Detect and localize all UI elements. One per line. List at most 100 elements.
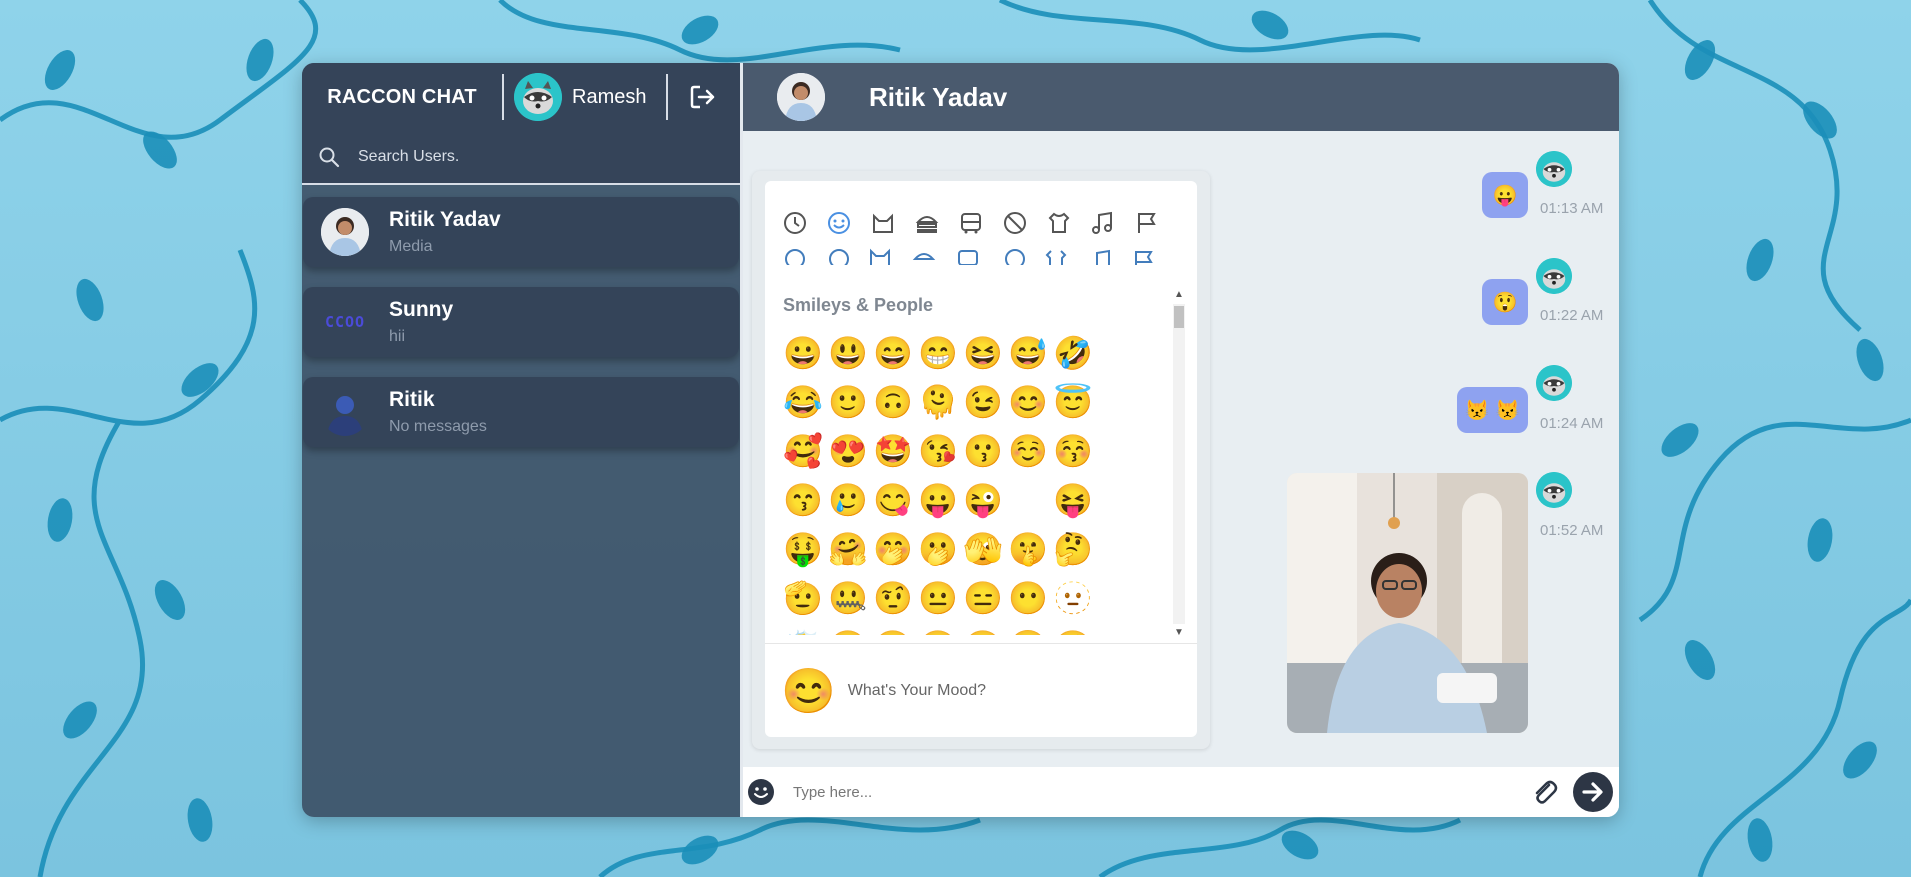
emoji-option[interactable]: 😒 [871, 625, 915, 635]
emoji-option[interactable]: 😗 [961, 429, 1005, 473]
emoji-option[interactable]: 😝 [1051, 478, 1095, 522]
scroll-up-arrow-icon[interactable]: ▲ [1174, 290, 1184, 300]
scroll-down-arrow-icon[interactable]: ▼ [1174, 628, 1184, 638]
emoji-option[interactable]: 🤥 [1051, 625, 1095, 635]
emoji-option[interactable]: 😏 [826, 625, 870, 635]
emoji-option[interactable]: 😘 [916, 429, 960, 473]
last-message: No messages [389, 418, 487, 435]
emoji-option[interactable] [1006, 478, 1050, 522]
logout-icon [690, 85, 715, 109]
emoji-option[interactable]: 🤫 [1006, 527, 1050, 571]
emoji-option[interactable]: 🤩 [871, 429, 915, 473]
send-button[interactable] [1573, 772, 1613, 812]
user-name: Sunny [389, 298, 454, 321]
emoji-option[interactable]: 🤗 [826, 527, 870, 571]
emoji-option[interactable]: 🫡 [781, 576, 825, 620]
emoji-option[interactable]: 😙 [781, 478, 825, 522]
food-icon[interactable] [911, 207, 943, 239]
emoji-option[interactable]: 🙄 [916, 625, 960, 635]
recent-icon[interactable] [779, 207, 811, 239]
emoji-option[interactable]: 😂 [781, 380, 825, 424]
logout-button[interactable] [668, 82, 738, 112]
emoji-option[interactable]: 🫠 [916, 380, 960, 424]
sidebar: RACCON CHAT Ramesh Search Users. Ritik Y… [302, 63, 740, 817]
emoji-option[interactable]: 😶 [1006, 576, 1050, 620]
emoji-option[interactable]: 🥰 [781, 429, 825, 473]
emoji-option[interactable]: 😅 [1006, 335, 1050, 375]
emoji-option[interactable]: 😚 [1051, 429, 1095, 473]
emoji-option[interactable]: ☺️ [1006, 429, 1050, 473]
chat-panel: Ritik Yadav 😛 01:13 AM 😲 01:22 AM 😾 😾 01… [740, 63, 1619, 817]
travel-icon[interactable] [955, 207, 987, 239]
emoji-option[interactable]: 😉 [961, 380, 1005, 424]
animals-icon[interactable] [867, 207, 899, 239]
current-user-name: Ramesh [572, 85, 647, 108]
scroll-track[interactable] [1173, 304, 1185, 624]
emoji-option[interactable]: 🤭 [871, 527, 915, 571]
emoji-toggle-button[interactable] [747, 778, 775, 806]
scroll-thumb[interactable] [1174, 306, 1184, 328]
emoji-option[interactable]: 🤔 [1051, 527, 1095, 571]
emoji-category-bar [779, 205, 1179, 265]
message-time: 01:52 AM [1540, 522, 1604, 539]
emoji-option[interactable]: 🤨 [871, 576, 915, 620]
emoji-option[interactable]: 🫢 [916, 527, 960, 571]
emoji-option[interactable]: 😮‍💨 [1006, 625, 1050, 635]
emoji-option[interactable]: 😆 [961, 335, 1005, 375]
mood-emoji: 😊 [781, 667, 836, 716]
user-item-ritik[interactable]: Ritik No messages [303, 377, 739, 447]
raccoon-icon [1536, 472, 1572, 508]
emoji-option[interactable]: 😛 [916, 478, 960, 522]
raccoon-icon [1536, 258, 1572, 294]
emoji-option[interactable]: 🫣 [961, 527, 1005, 571]
emoji-option[interactable]: 😀 [781, 335, 825, 375]
symbols-icon[interactable] [1087, 207, 1119, 239]
objects-icon[interactable] [1043, 207, 1075, 239]
emoji-option[interactable]: 😊 [1006, 380, 1050, 424]
raccoon-icon [1536, 365, 1572, 401]
emoji-option[interactable]: 😑 [961, 576, 1005, 620]
contact-name: Ritik Yadav [869, 81, 1008, 112]
arrow-right-icon [1582, 782, 1603, 802]
message-content: 😲 [1492, 291, 1518, 314]
emoji-option[interactable]: 😃 [826, 335, 870, 375]
contact-avatar[interactable] [777, 73, 825, 121]
search-input[interactable] [356, 147, 720, 167]
sidebar-header: RACCON CHAT Ramesh [302, 63, 740, 131]
smiley-icon [748, 779, 774, 805]
message-photo[interactable] [1287, 473, 1528, 733]
message-time: 01:13 AM [1540, 200, 1604, 217]
emoji-option[interactable]: 😋 [871, 478, 915, 522]
attach-button[interactable] [1529, 777, 1559, 807]
smileys-icon[interactable] [823, 207, 855, 239]
message-input[interactable] [791, 782, 1525, 802]
emoji-option[interactable]: 😁 [916, 335, 960, 375]
message-bubble: 😾 😾 [1457, 387, 1528, 433]
message-time: 01:22 AM [1540, 307, 1604, 324]
user-list: Ritik Yadav Media CCOO Sunny hii Ritik N… [302, 185, 740, 447]
category-bar-echo [779, 239, 1179, 265]
emoji-option[interactable]: 🥲 [826, 478, 870, 522]
emoji-option[interactable]: 😶‍🌫️ [781, 625, 825, 635]
user-item-sunny[interactable]: CCOO Sunny hii [303, 287, 739, 357]
emoji-option[interactable]: 😄 [871, 335, 915, 375]
emoji-option[interactable]: 😬 [961, 625, 1005, 635]
user-item-ritik-yadav[interactable]: Ritik Yadav Media [303, 197, 739, 267]
last-message: hii [389, 328, 406, 345]
emoji-option[interactable]: 😇 [1051, 380, 1095, 424]
emoji-option[interactable]: 🤑 [781, 527, 825, 571]
emoji-option[interactable]: 🤐 [826, 576, 870, 620]
emoji-option[interactable]: 🙃 [871, 380, 915, 424]
emoji-option[interactable]: 🫥 [1051, 576, 1095, 620]
mood-prompt: What's Your Mood? [847, 682, 987, 699]
current-user[interactable]: Ramesh [504, 73, 666, 121]
emoji-scrollbar[interactable]: ▲ ▼ [1171, 286, 1187, 643]
emoji-option[interactable]: 😐 [916, 576, 960, 620]
activities-icon[interactable] [999, 207, 1031, 239]
flags-icon[interactable] [1131, 207, 1163, 239]
emoji-option[interactable]: 😍 [826, 429, 870, 473]
emoji-option[interactable]: 🤣 [1051, 335, 1095, 375]
emoji-option[interactable]: 😜 [961, 478, 1005, 522]
emoji-picker: Smileys & People 😀 😃 😄 😁 😆 😅 🤣 😂 🙂 🙃 🫠 😉 😊 😇 🥰 😍 🤩 😘 😗 ☺️ 😚 😙… [765, 181, 1197, 737]
emoji-option[interactable]: 🙂 [826, 380, 870, 424]
